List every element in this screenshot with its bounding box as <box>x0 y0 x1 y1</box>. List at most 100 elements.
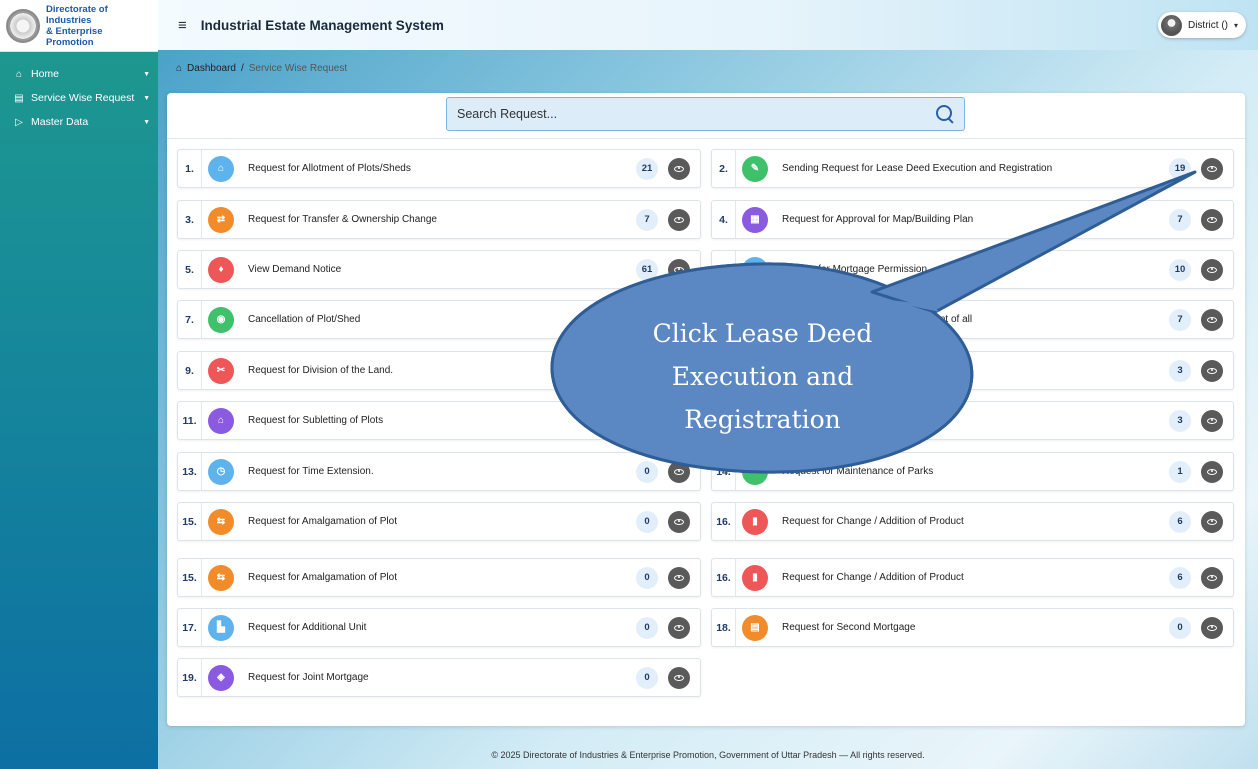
view-button[interactable] <box>668 308 690 331</box>
service-card[interactable]: 7. ◉ Cancellation of Plot/Shed <box>177 300 701 339</box>
sidebar-item-label: Home <box>31 68 60 80</box>
service-number: 6. <box>712 251 736 288</box>
service-card[interactable]: 15. ⇆ Request for Amalgamation of Plot 0 <box>177 558 701 597</box>
request-count-badge: 0 <box>636 566 658 589</box>
service-number: 8. <box>712 301 736 338</box>
service-card[interactable]: 11. ⌂ Request for Subletting of Plots <box>177 401 701 440</box>
service-label[interactable]: Request for Second Mortgage <box>782 622 1169 633</box>
service-card[interactable]: 10. ● 3 <box>711 351 1234 390</box>
eye-icon <box>1207 367 1217 374</box>
view-button[interactable] <box>668 208 690 231</box>
sidebar-item-home[interactable]: ⌂ Home ▼ <box>0 62 158 86</box>
service-number: 19. <box>178 659 202 696</box>
footer: © 2025 Directorate of Industries & Enter… <box>491 750 925 760</box>
service-label[interactable]: Request for Amalgamation of Plot <box>248 516 636 527</box>
service-card[interactable]: 2. ✎ Sending Request for Lease Deed Execut… <box>711 149 1234 188</box>
service-label[interactable]: Cancellation of Plot/Shed <box>248 314 636 325</box>
service-label[interactable]: Request for Amalgamation of Plot <box>248 572 636 583</box>
service-card[interactable]: 1. ⌂ Request for Allotment of Plots/Sheds 2… <box>177 149 701 188</box>
chevron-down-icon: ▼ <box>143 70 150 78</box>
view-button[interactable] <box>668 359 690 382</box>
service-card[interactable]: 9. ✂ Request for Division of the Land. <box>177 351 701 390</box>
service-card[interactable]: 4. ▦ Request for Approval for Map/Building… <box>711 200 1234 239</box>
breadcrumb-dashboard[interactable]: Dashboard <box>187 63 236 74</box>
service-card[interactable]: 17. ▙ Request for Additional Unit 0 <box>177 608 701 647</box>
service-label[interactable]: Request for Allotment of Plots/Sheds <box>248 163 636 174</box>
view-button[interactable] <box>1201 308 1223 331</box>
service-label[interactable]: Request for Change / Addition of Product <box>782 572 1169 583</box>
service-label[interactable]: Request for Joint Mortgage <box>248 672 636 683</box>
service-icon: ⌂ <box>208 155 234 182</box>
chevron-down-icon: ▼ <box>143 118 150 126</box>
brand[interactable]: Directorate of Industries & Enterprise P… <box>0 0 158 52</box>
top-header: ≡ Industrial Estate Management System Di… <box>158 0 1258 50</box>
search-placeholder: Search Request... <box>457 107 558 121</box>
view-button[interactable] <box>1201 616 1223 639</box>
view-button[interactable] <box>668 566 690 589</box>
service-number: 1. <box>178 150 202 187</box>
view-button[interactable] <box>1201 157 1223 180</box>
service-card[interactable]: 15. ⇆ Request for Amalgamation of Plot 0 <box>177 502 701 541</box>
emblem-logo <box>6 8 40 43</box>
search-icon[interactable] <box>936 105 954 123</box>
view-button[interactable] <box>1201 510 1223 533</box>
view-button[interactable] <box>668 616 690 639</box>
service-label[interactable]: Request for Change / Addition of Product <box>782 516 1169 527</box>
breadcrumb: ⌂ Dashboard / Service Wise Request <box>176 63 347 74</box>
service-card[interactable]: 5. ♦ View Demand Notice 61 <box>177 250 701 289</box>
request-count-badge: 61 <box>636 258 658 281</box>
view-button[interactable] <box>668 157 690 180</box>
service-card[interactable]: 6. ● Service for Mortgage Permission 10 <box>711 250 1234 289</box>
service-card[interactable]: 19. ◈ Request for Joint Mortgage 0 <box>177 658 701 697</box>
eye-icon <box>674 624 684 631</box>
service-label[interactable]: Request for Division of the Land. <box>248 365 636 376</box>
view-button[interactable] <box>1201 409 1223 432</box>
main-content: ⌂ Dashboard / Service Wise Request Searc… <box>158 50 1258 769</box>
service-card[interactable]: 16. ▮ Request for Change / Addition of Pro… <box>711 558 1234 597</box>
service-card[interactable]: 8. ● cate by the department after payment … <box>711 300 1234 339</box>
avatar <box>1160 14 1182 36</box>
view-button[interactable] <box>668 258 690 281</box>
eye-icon <box>1207 266 1217 273</box>
service-icon: ▮ <box>742 564 768 591</box>
view-button[interactable] <box>1201 566 1223 589</box>
service-label[interactable]: Request for Additional Unit <box>248 622 636 633</box>
service-card[interactable]: 14. ● Request for Maintenance of Parks 1 <box>711 452 1234 491</box>
search-input[interactable]: Search Request... <box>446 97 965 131</box>
view-button[interactable] <box>668 510 690 533</box>
eye-icon <box>674 266 684 273</box>
request-count-badge: 6 <box>1169 510 1191 533</box>
service-card[interactable]: 3. ⇄ Request for Transfer & Ownership Chan… <box>177 200 701 239</box>
service-label[interactable]: Request for Transfer & Ownership Change <box>248 214 636 225</box>
menu-toggle-icon[interactable]: ≡ <box>178 17 187 34</box>
sidebar-item-service-wise-request[interactable]: ▤ Service Wise Request ▼ <box>0 86 158 110</box>
user-menu-button[interactable]: District () ▾ <box>1157 12 1246 38</box>
service-card[interactable]: 16. ▮ Request for Change / Addition of Pro… <box>711 502 1234 541</box>
eye-icon <box>1207 417 1217 424</box>
service-card[interactable]: 18. ▤ Request for Second Mortgage 0 <box>711 608 1234 647</box>
service-label[interactable]: cate by the department after payment of … <box>782 314 1169 325</box>
service-panel: Search Request... 1. ⌂ Request for Allotme… <box>167 93 1245 726</box>
view-button[interactable] <box>668 409 690 432</box>
view-button[interactable] <box>668 666 690 689</box>
service-label[interactable]: View Demand Notice <box>248 264 636 275</box>
request-count-badge: 6 <box>1169 566 1191 589</box>
service-label[interactable]: Request for Subletting of Plots <box>248 415 636 426</box>
view-button[interactable] <box>1201 359 1223 382</box>
service-number: 11. <box>178 402 202 439</box>
sidebar-item-master-data[interactable]: ▷ Master Data ▼ <box>0 110 158 134</box>
view-button[interactable] <box>1201 460 1223 483</box>
service-label[interactable]: Service for Mortgage Permission <box>782 264 1169 275</box>
service-label[interactable]: Request for Maintenance of Parks <box>782 466 1169 477</box>
service-label[interactable]: Request for Approval for Map/Building Pl… <box>782 214 1169 225</box>
view-button[interactable] <box>1201 258 1223 281</box>
service-card[interactable]: 12. ● 3 <box>711 401 1234 440</box>
brand-line1: Directorate of Industries <box>46 3 108 26</box>
service-number: 7. <box>178 301 202 338</box>
view-button[interactable] <box>1201 208 1223 231</box>
view-button[interactable] <box>668 460 690 483</box>
list-icon: ▤ <box>14 92 24 104</box>
service-card[interactable]: 13. ◷ Request for Time Extension. 0 <box>177 452 701 491</box>
service-label[interactable]: Sending Request for Lease Deed Execution… <box>782 163 1169 174</box>
service-label[interactable]: Request for Time Extension. <box>248 466 636 477</box>
